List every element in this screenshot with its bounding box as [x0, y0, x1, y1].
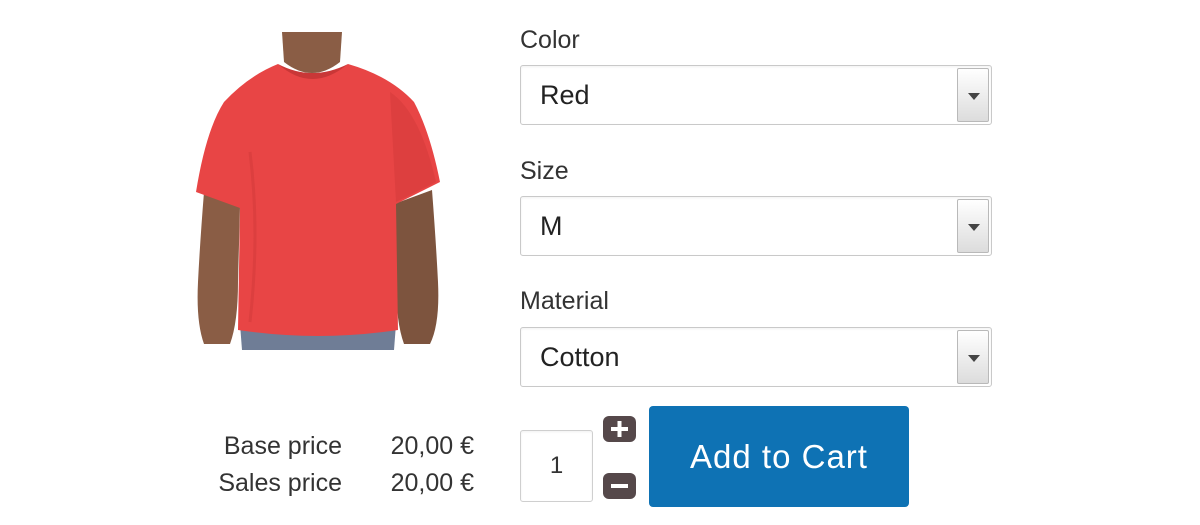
base-price-row: Base price 20,00 €	[190, 428, 480, 465]
base-price-value: 20,00 €	[390, 432, 474, 460]
price-summary: Base price 20,00 € Sales price 20,00 €	[190, 428, 480, 502]
quantity-increase-button[interactable]	[603, 416, 636, 442]
size-select[interactable]: M	[520, 196, 992, 256]
material-select[interactable]: Cotton	[520, 327, 992, 387]
quantity-decrease-button[interactable]	[603, 473, 636, 499]
minus-icon	[611, 484, 628, 488]
chevron-down-icon	[968, 224, 980, 231]
size-dropdown-button[interactable]	[957, 199, 989, 253]
sales-price-label: Sales price	[218, 469, 342, 497]
add-to-cart-button[interactable]: Add to Cart	[649, 406, 909, 507]
material-dropdown-button[interactable]	[957, 330, 989, 384]
chevron-down-icon	[968, 355, 980, 362]
size-label: Size	[520, 157, 569, 185]
product-image	[190, 32, 446, 350]
material-label: Material	[520, 287, 609, 315]
sales-price-row: Sales price 20,00 €	[190, 465, 480, 502]
color-label: Color	[520, 26, 580, 54]
color-select-value: Red	[540, 80, 590, 110]
sales-price-value: 20,00 €	[390, 469, 474, 497]
red-tshirt-photo	[196, 32, 440, 350]
plus-icon	[611, 421, 628, 437]
color-select[interactable]: Red	[520, 65, 992, 125]
quantity-input[interactable]: 1	[520, 430, 593, 502]
size-select-value: M	[540, 211, 563, 241]
chevron-down-icon	[968, 93, 980, 100]
base-price-label: Base price	[223, 432, 342, 460]
material-select-value: Cotton	[540, 342, 620, 372]
color-dropdown-button[interactable]	[957, 68, 989, 122]
